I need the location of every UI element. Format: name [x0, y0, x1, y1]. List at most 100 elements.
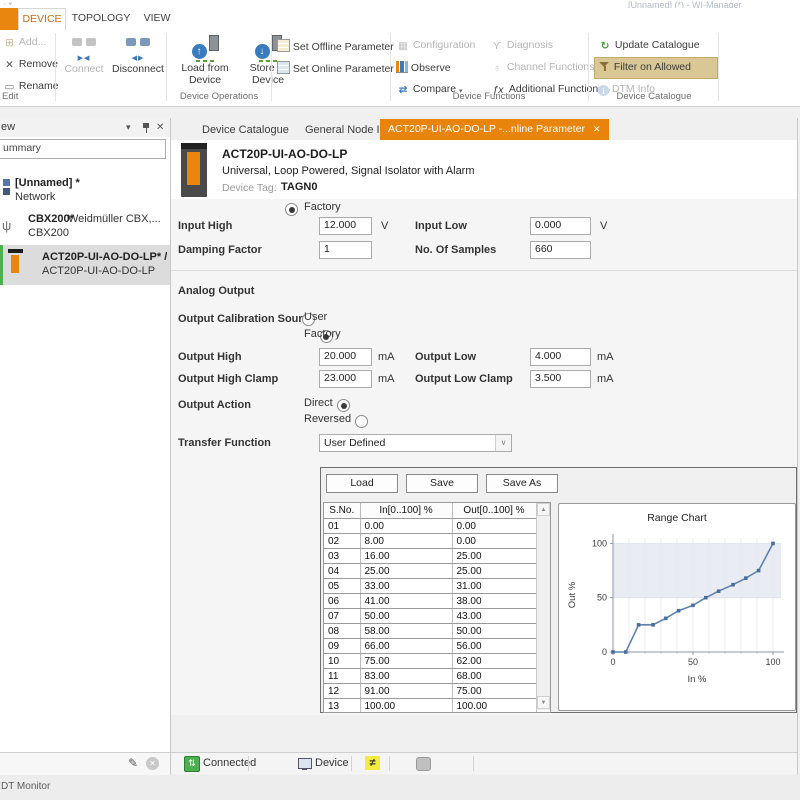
table-row[interactable]: 0858.0050.00: [324, 624, 536, 639]
table-cell[interactable]: 0.00: [452, 534, 536, 549]
input-high-field[interactable]: 12.000: [319, 217, 372, 235]
table-scrollbar[interactable]: ▲ ▼: [536, 503, 550, 710]
table-cell[interactable]: 100.00: [360, 699, 452, 714]
table-row[interactable]: 0316.0025.00: [324, 549, 536, 564]
tab-close-icon[interactable]: ✕: [593, 124, 601, 134]
table-cell[interactable]: 03: [324, 549, 360, 564]
table-header-cell[interactable]: S.No.: [324, 503, 360, 519]
tab-online-parameter[interactable]: ACT20P-UI-AO-DO-LP -...nline Parameter✕: [380, 119, 609, 140]
table-cell[interactable]: 50.00: [360, 609, 452, 624]
set-offline-parameter-button[interactable]: Set Offline Parameter: [277, 39, 394, 55]
table-cell[interactable]: 0.00: [360, 519, 452, 534]
configuration-button[interactable]: ▦ Configuration: [396, 39, 475, 55]
table-cell[interactable]: 91.00: [360, 684, 452, 699]
panel-close-icon[interactable]: ✕: [156, 122, 164, 133]
table-cell[interactable]: 25.00: [452, 549, 536, 564]
table-cell[interactable]: 25.00: [452, 564, 536, 579]
table-cell[interactable]: 11: [324, 669, 360, 684]
table-header-cell[interactable]: In[0..100] %: [360, 503, 452, 519]
disconnect-button[interactable]: ◀▶ Disconnect: [110, 36, 166, 75]
diagnosis-button[interactable]: Ƴ Diagnosis: [490, 39, 553, 55]
tree-node-project[interactable]: [Unnamed] * Network: [0, 176, 170, 208]
output-high-field[interactable]: 20.000: [319, 348, 372, 366]
scroll-up-icon[interactable]: ▲: [537, 503, 550, 516]
table-row[interactable]: 0750.0043.00: [324, 609, 536, 624]
table-row[interactable]: 010.000.00: [324, 519, 536, 534]
table-row[interactable]: 028.000.00: [324, 534, 536, 549]
table-cell[interactable]: 38.00: [452, 594, 536, 609]
output-high-clamp-field[interactable]: 23.000: [319, 370, 372, 388]
no-of-samples-field[interactable]: 660: [530, 241, 591, 259]
table-cell[interactable]: 62.00: [452, 654, 536, 669]
table-cell[interactable]: 09: [324, 639, 360, 654]
output-action-direct-radio[interactable]: [337, 399, 350, 412]
output-low-clamp-field[interactable]: 3.500: [530, 370, 591, 388]
quick-access-toolbar[interactable]: ▫▾: [3, 0, 15, 8]
channel-functions-button[interactable]: ♁ Channel Functions: [490, 61, 594, 77]
table-cell[interactable]: 01: [324, 519, 360, 534]
output-low-field[interactable]: 4.000: [530, 348, 591, 366]
table-cell[interactable]: 83.00: [360, 669, 452, 684]
table-cell[interactable]: 07: [324, 609, 360, 624]
filter-on-allowed-button[interactable]: Filter on Allowed: [594, 57, 718, 79]
tree-node-device[interactable]: ACT20P-UI-AO-DO-LP* /... ACT20P-UI-AO-DO…: [0, 245, 170, 285]
add-button[interactable]: ⊞ Add...: [3, 36, 46, 52]
update-catalogue-button[interactable]: ↻ Update Catalogue: [598, 39, 700, 55]
pane-menu-icon[interactable]: ▾: [126, 122, 131, 133]
table-row[interactable]: 1075.0062.00: [324, 654, 536, 669]
tree-node-gateway[interactable]: ψ CBX200* Weidmüller CBX,... CBX200: [0, 212, 170, 242]
table-cell[interactable]: 68.00: [452, 669, 536, 684]
table-cell[interactable]: 75.00: [360, 654, 452, 669]
table-cell[interactable]: 31.00: [452, 579, 536, 594]
damping-factor-field[interactable]: 1: [319, 241, 372, 259]
summary-header[interactable]: ummary: [0, 139, 166, 159]
clear-icon[interactable]: ✕: [146, 757, 159, 770]
table-row[interactable]: 0533.0031.00: [324, 579, 536, 594]
table-cell[interactable]: 06: [324, 594, 360, 609]
load-from-device-button[interactable]: ↑ Load from Device: [170, 35, 240, 86]
table-row[interactable]: 1183.0068.00: [324, 669, 536, 684]
table-row[interactable]: 0966.0056.00: [324, 639, 536, 654]
app-menu-button[interactable]: [0, 8, 18, 30]
table-row[interactable]: 13100.00100.00: [324, 699, 536, 714]
table-cell[interactable]: 50.00: [452, 624, 536, 639]
table-cell[interactable]: 56.00: [452, 639, 536, 654]
remove-button[interactable]: ✕ Remove: [3, 58, 58, 74]
table-row[interactable]: 0425.0025.00: [324, 564, 536, 579]
tab-view[interactable]: VIEW: [138, 8, 176, 29]
output-action-reversed-radio[interactable]: [355, 415, 368, 428]
save-as-button[interactable]: Save As: [486, 474, 558, 493]
pencil-icon[interactable]: ✎: [128, 756, 138, 770]
tab-topology[interactable]: TOPOLOGY: [70, 8, 132, 29]
load-button[interactable]: Load: [326, 474, 398, 493]
save-button[interactable]: Save: [406, 474, 478, 493]
table-row[interactable]: 0641.0038.00: [324, 594, 536, 609]
table-cell[interactable]: 75.00: [452, 684, 536, 699]
set-online-parameter-button[interactable]: Set Online Parameter: [277, 61, 394, 77]
scroll-down-icon[interactable]: ▼: [537, 696, 550, 709]
table-cell[interactable]: 0.00: [452, 519, 536, 534]
table-cell[interactable]: 04: [324, 564, 360, 579]
table-cell[interactable]: 58.00: [360, 624, 452, 639]
tab-device[interactable]: DEVICE: [18, 8, 66, 31]
table-cell[interactable]: 02: [324, 534, 360, 549]
input-calibration-factory-radio[interactable]: [285, 203, 298, 216]
table-cell[interactable]: 13: [324, 699, 360, 714]
table-cell[interactable]: 66.00: [360, 639, 452, 654]
table-row[interactable]: 1291.0075.00: [324, 684, 536, 699]
table-cell[interactable]: 05: [324, 579, 360, 594]
table-cell[interactable]: 33.00: [360, 579, 452, 594]
table-cell[interactable]: 12: [324, 684, 360, 699]
table-cell[interactable]: 8.00: [360, 534, 452, 549]
input-low-field[interactable]: 0.000: [530, 217, 591, 235]
observe-button[interactable]: Observe: [396, 61, 451, 77]
table-cell[interactable]: 25.00: [360, 564, 452, 579]
table-header-cell[interactable]: Out[0..100] %: [452, 503, 536, 519]
connect-button[interactable]: ▶◀ Connect: [58, 36, 110, 75]
pin-icon[interactable]: [142, 123, 150, 134]
tab-device-catalogue[interactable]: Device Catalogue: [202, 121, 289, 140]
table-cell[interactable]: 43.00: [452, 609, 536, 624]
table-cell[interactable]: 100.00: [452, 699, 536, 714]
table-cell[interactable]: 10: [324, 654, 360, 669]
table-cell[interactable]: 08: [324, 624, 360, 639]
